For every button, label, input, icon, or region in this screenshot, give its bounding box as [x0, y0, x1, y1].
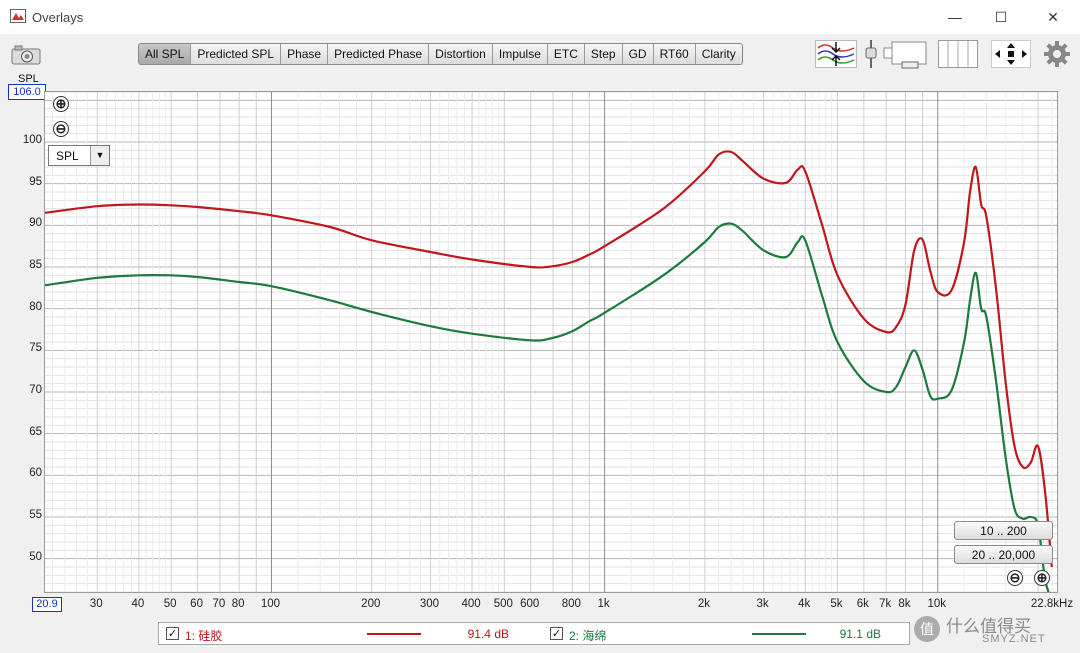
- maximize-button[interactable]: ☐: [978, 4, 1024, 30]
- range-20-20000-button[interactable]: 20 .. 20,000: [954, 545, 1053, 564]
- x-tick-label: 600: [520, 598, 540, 610]
- y-mode-value: SPL: [56, 149, 79, 163]
- legend-swatch-1: [367, 633, 421, 635]
- zoom-in-icon[interactable]: ⊕: [53, 96, 69, 112]
- plot-area[interactable]: [44, 91, 1058, 593]
- x-tick-label: 400: [461, 598, 481, 610]
- y-tick-label: 100: [22, 134, 42, 146]
- y-tick-label: 80: [29, 300, 42, 313]
- y-tick-label: 85: [29, 259, 42, 271]
- y-tick-label: 90: [29, 217, 42, 230]
- camera-icon[interactable]: [10, 44, 42, 66]
- x-min-box[interactable]: 20.9: [32, 597, 62, 612]
- trace-arrange-icon[interactable]: [815, 40, 857, 68]
- x-tick-label: 2k: [697, 598, 710, 610]
- watermark-logo-icon: 值: [914, 616, 940, 642]
- tab-phase[interactable]: Phase: [281, 44, 329, 64]
- svg-text:值: 值: [920, 622, 934, 638]
- x-tick-label: 50: [163, 598, 177, 610]
- y-tick-label: 95: [29, 175, 42, 188]
- tab-predicted-spl[interactable]: Predicted SPL: [191, 44, 282, 64]
- tab-impulse[interactable]: Impulse: [492, 44, 548, 64]
- x-tick-label: 7k: [879, 598, 892, 610]
- x-tick-label: 1k: [597, 598, 610, 610]
- window-title: Overlays: [32, 10, 84, 25]
- x-tick-label: 300: [419, 598, 440, 610]
- tab-clarity[interactable]: Clarity: [695, 44, 742, 64]
- series-line-2: [45, 222, 1050, 592]
- y-tick-label: 70: [29, 384, 42, 396]
- y-tick-label: 65: [29, 425, 42, 438]
- tab-distortion[interactable]: Distortion: [429, 44, 493, 64]
- series-line-1: [45, 150, 1053, 568]
- watermark-text-en: SMYZ.NET: [982, 633, 1046, 645]
- legend: ✓ 1: 硅胶 91.4 dB ✓ 2: 海绵 91.1 dB: [158, 622, 910, 645]
- x-tick-label: 80: [231, 598, 245, 610]
- tab-step[interactable]: Step: [584, 44, 623, 64]
- legend-value-1: 91.4 dB: [467, 627, 509, 641]
- x-tick-label: 200: [361, 598, 381, 610]
- y-mode-select[interactable]: SPL ▼: [48, 145, 110, 166]
- tab-etc[interactable]: ETC: [547, 44, 585, 64]
- legend-checkbox-1[interactable]: ✓: [166, 627, 179, 640]
- frequency-response-chart: [45, 92, 1057, 592]
- range-10-200-button[interactable]: 10 .. 200: [954, 521, 1053, 540]
- tab-all-spl[interactable]: All SPL: [139, 44, 192, 64]
- tab-gd[interactable]: GD: [622, 44, 654, 64]
- legend-label-2: 2: 海绵: [569, 629, 607, 643]
- tab-rt60[interactable]: RT60: [653, 44, 696, 64]
- x-tick-label: 800: [561, 598, 581, 610]
- slider-icon[interactable]: [864, 38, 878, 70]
- tab-predicted-phase[interactable]: Predicted Phase: [328, 44, 430, 64]
- legend-swatch-2: [752, 633, 806, 635]
- x-zoom-out-icon[interactable]: ⊖: [1007, 570, 1023, 586]
- x-tick-label: 5k: [830, 598, 843, 610]
- graph-tabs: All SPL Predicted SPL Phase Predicted Phase…: [138, 43, 743, 65]
- x-tick-label: 70: [212, 598, 226, 610]
- x-tick-label: 500: [493, 598, 513, 610]
- legend-checkbox-2[interactable]: ✓: [550, 627, 563, 640]
- minimize-button[interactable]: —: [932, 4, 978, 30]
- window-layout-icon[interactable]: [882, 40, 928, 70]
- move-arrows-icon[interactable]: [991, 40, 1031, 68]
- y-tick-label: 50: [29, 550, 42, 563]
- x-zoom-in-icon[interactable]: ⊕: [1034, 570, 1050, 586]
- x-tick-label: 60: [190, 598, 203, 610]
- legend-label-1: 1: 硅胶: [185, 629, 223, 643]
- x-tick-label: 3k: [756, 598, 769, 610]
- title-bar: Overlays — ☐ ✕: [0, 0, 1080, 34]
- y-max-box[interactable]: 106.0: [8, 84, 46, 100]
- x-tick-label: 40: [131, 598, 145, 610]
- x-tick-label: 4k: [798, 598, 811, 610]
- x-tick-label: 100: [260, 598, 281, 610]
- zoom-out-icon[interactable]: ⊖: [53, 121, 69, 137]
- y-tick-label: 55: [29, 509, 42, 521]
- watermark: 值 什么值得买 SMYZ.NET: [912, 609, 1076, 649]
- y-tick-label: 60: [29, 467, 42, 480]
- x-tick-label: 6k: [856, 598, 869, 610]
- app-icon: [10, 9, 26, 23]
- gear-icon[interactable]: [1043, 40, 1071, 68]
- chevron-down-icon[interactable]: ▼: [90, 146, 109, 165]
- legend-value-2: 91.1 dB: [839, 627, 881, 641]
- x-tick-label: 30: [89, 598, 103, 610]
- x-tick-label: 8k: [898, 598, 911, 610]
- close-button[interactable]: ✕: [1030, 4, 1076, 30]
- y-tick-label: 75: [29, 342, 42, 355]
- columns-icon[interactable]: [938, 40, 978, 68]
